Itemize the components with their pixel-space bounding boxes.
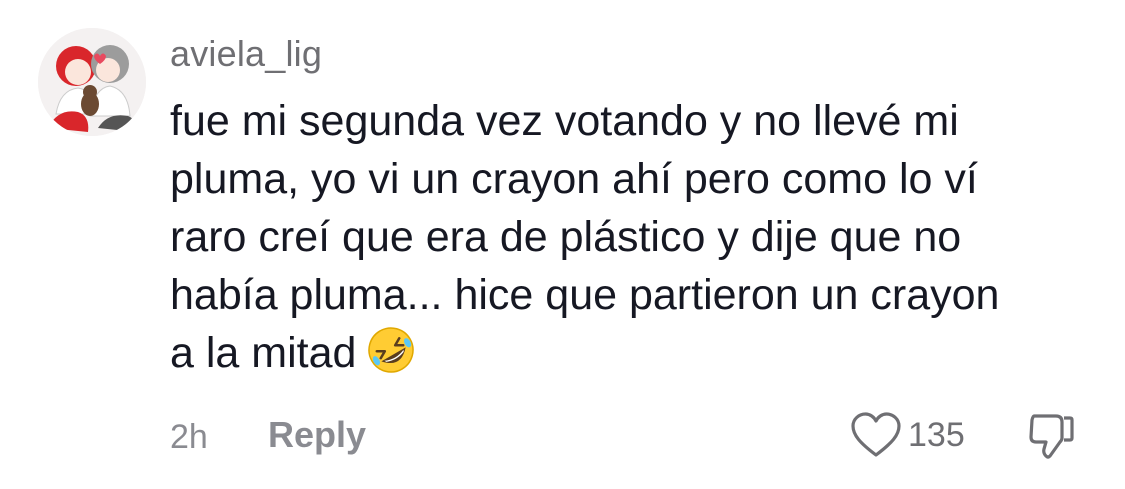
avatar[interactable] bbox=[38, 28, 146, 136]
comment-text-line: había pluma... hice que partieron un cra… bbox=[170, 271, 1000, 319]
like-count: 135 bbox=[908, 416, 965, 454]
like-button[interactable]: 135 bbox=[850, 410, 965, 460]
comment-text-line: fue mi segunda vez votando y no llevé mi bbox=[170, 97, 959, 145]
reply-button[interactable]: Reply bbox=[268, 413, 366, 457]
dislike-button[interactable] bbox=[1026, 410, 1076, 460]
comment-text-line-last: a la mitad bbox=[170, 324, 1100, 382]
comment-text-line: a la mitad bbox=[170, 329, 357, 377]
username[interactable]: aviela_lig bbox=[170, 32, 322, 76]
comment-item: aviela_lig fue mi segunda vez votando y … bbox=[0, 0, 1125, 489]
comment-text-line: raro creí que era de plástico y dije que… bbox=[170, 213, 962, 261]
thumbs-down-outline-icon bbox=[1029, 414, 1074, 459]
comment-text-line: pluma, yo vi un crayon ahí pero como lo … bbox=[170, 155, 978, 203]
comment-text: fue mi segunda vez votando y no llevé mi… bbox=[170, 92, 1100, 382]
rolling-laughing-emoji-icon bbox=[368, 327, 415, 373]
heart-outline-icon bbox=[851, 412, 901, 457]
avatar-illustration bbox=[38, 28, 146, 136]
comment-timestamp: 2h bbox=[170, 418, 208, 456]
